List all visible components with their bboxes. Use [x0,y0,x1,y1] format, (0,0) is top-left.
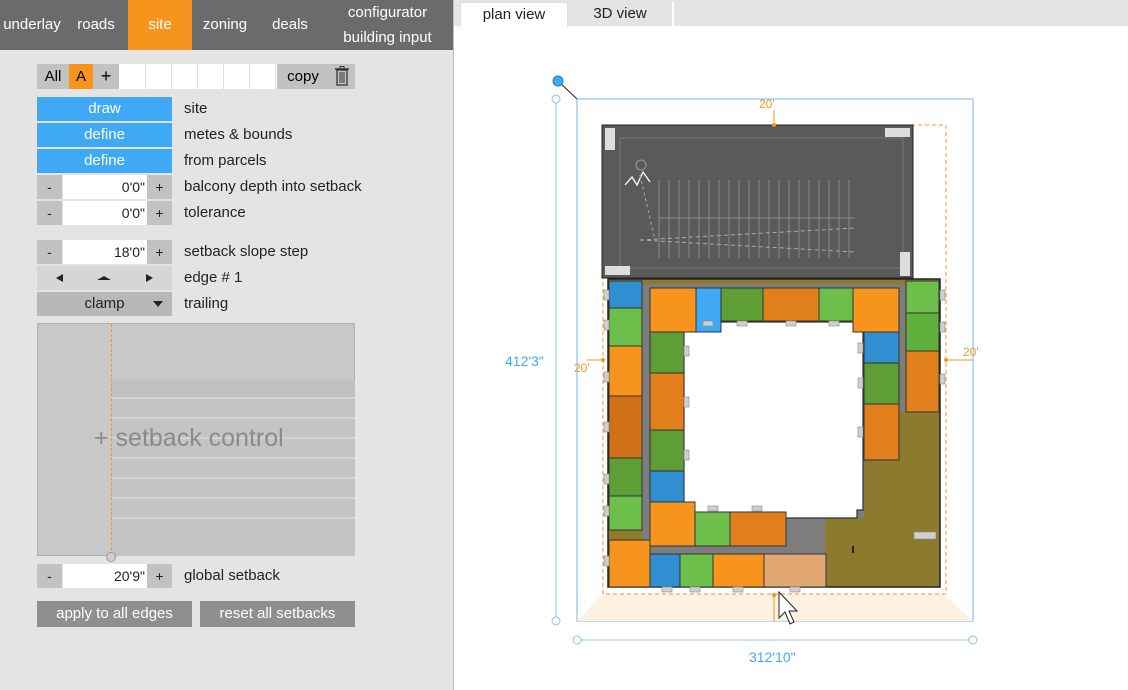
tab-plan-view[interactable]: plan view [460,2,568,27]
height-dimension-label: 412'3" [505,353,544,369]
tolerance-field[interactable]: 0'0" [63,201,147,225]
courtyard [683,321,864,519]
global-setback-label: global setback [184,567,280,584]
nav-deals[interactable]: deals [258,0,322,50]
setback-right-label: 20' [963,345,979,359]
setback-handle-icon[interactable] [106,552,116,562]
top-nav: underlay roads site zoning deals configu… [0,0,453,50]
all-button[interactable]: All [37,64,69,89]
slope-minus-button[interactable]: - [37,240,62,264]
nav-roads[interactable]: roads [64,0,128,50]
setback-left-label: 20' [574,361,590,375]
site-vertex-handle [552,75,564,87]
setback-control-label: + setback control [94,424,284,452]
edge-label: edge # 1 [184,269,243,286]
apply-all-edges-button[interactable]: apply to all edges [37,601,192,627]
nav-site[interactable]: site [128,0,192,50]
nav-stack: configurator building input [322,0,453,50]
plan-canvas[interactable]: 412'3" 312'10" 20' 20' 20' [454,26,1128,690]
tab-3d-view[interactable]: 3D view [568,2,674,26]
chevron-down-icon [153,301,163,307]
reset-setbacks-button[interactable]: reset all setbacks [200,601,355,627]
prev-edge-icon [56,274,63,282]
from-parcels-label: from parcels [184,152,267,169]
setback-slope-bands [111,379,355,556]
slope-step-label: setback slope step [184,243,309,260]
balcony-plus-button[interactable]: + [147,175,172,199]
clamp-dropdown[interactable]: clamp [37,292,172,316]
balcony-minus-button[interactable]: - [37,175,62,199]
global-setback-field[interactable]: 20'9" [63,564,147,588]
tolerance-plus-button[interactable]: + [147,201,172,225]
nav-zoning[interactable]: zoning [192,0,258,50]
nav-building-input[interactable]: building input [322,25,453,50]
building-a-tab[interactable]: A [69,64,93,89]
trash-icon[interactable] [329,64,355,89]
define-parcels-button[interactable]: define [37,149,172,173]
global-minus-button[interactable]: - [37,564,62,588]
draw-site-button[interactable]: draw [37,97,172,121]
empty-slots [120,64,276,89]
setback-control-area[interactable]: + setback control [37,323,355,562]
width-dimension-label: 312'10" [749,649,796,665]
edge-selector [37,266,172,290]
define-metes-button[interactable]: define [37,123,172,147]
draw-site-label: site [184,100,208,117]
tolerance-label: tolerance [184,204,246,221]
setback-top-label: 20' [759,97,775,111]
add-building-button[interactable]: + [93,64,119,89]
nav-configurator[interactable]: configurator [322,0,453,25]
balcony-depth-field[interactable]: 0'0" [63,175,147,199]
left-panel: underlay roads site zoning deals configu… [0,0,454,690]
nav-underlay[interactable]: underlay [0,0,64,50]
global-plus-button[interactable]: + [147,564,172,588]
edge-shape-icon [97,276,111,280]
slope-step-field[interactable]: 18'0" [63,240,147,264]
slope-plus-button[interactable]: + [147,240,172,264]
metes-bounds-label: metes & bounds [184,126,293,143]
trailing-label: trailing [184,295,229,312]
parking-garage [601,124,914,279]
building-toolbar: All A + copy [37,64,355,89]
copy-button[interactable]: copy [277,64,329,89]
balcony-depth-label: balcony depth into setback [184,178,362,195]
clamp-value: clamp [84,295,125,312]
view-tabs: plan view 3D view [454,0,1128,27]
next-edge-icon [146,274,153,282]
tolerance-minus-button[interactable]: - [37,201,62,225]
setback-wedge-bottom [577,594,973,621]
